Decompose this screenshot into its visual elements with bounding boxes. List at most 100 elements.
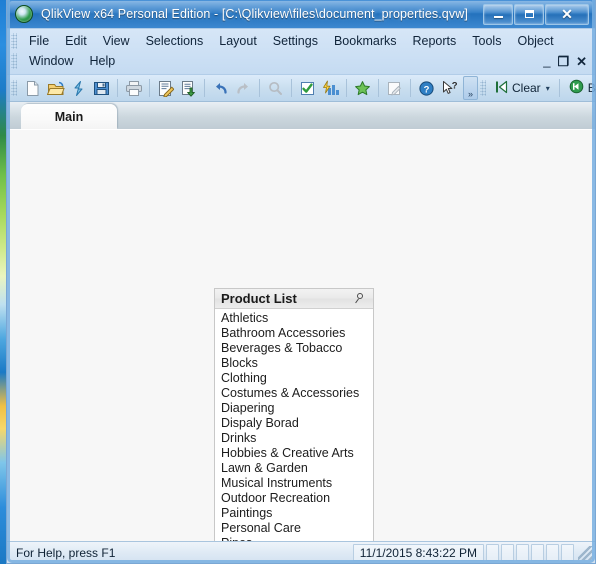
toolbar-drag-grip[interactable] xyxy=(11,80,17,96)
list-item[interactable]: Bathroom Accessories xyxy=(215,326,373,341)
list-item[interactable]: Costumes & Accessories xyxy=(215,386,373,401)
add-bookmark-button[interactable] xyxy=(351,77,374,99)
qlikview-application-window: QlikView x64 Personal Edition - [C:\Qlik… xyxy=(6,0,596,564)
toolbar-separator xyxy=(117,79,118,97)
list-item[interactable]: Athletics xyxy=(215,311,373,326)
edit-script-button[interactable] xyxy=(154,77,177,99)
undo-icon xyxy=(212,80,229,97)
list-item[interactable]: Clothing xyxy=(215,371,373,386)
menu-item-tools[interactable]: Tools xyxy=(464,32,509,50)
mdi-restore-button[interactable]: ❐ xyxy=(557,55,569,68)
status-bar: For Help, press F1 11/1/2015 8:43:22 PM xyxy=(7,541,595,563)
menu-item-edit[interactable]: Edit xyxy=(57,32,95,50)
sheet-canvas[interactable]: Product List Athletics Bathroom Accessor… xyxy=(7,130,595,541)
list-item[interactable]: Musical Instruments xyxy=(215,476,373,491)
new-document-button[interactable] xyxy=(21,77,44,99)
toolbar-separator xyxy=(558,79,560,97)
magnifier-icon[interactable] xyxy=(355,292,368,305)
menu-drag-grip-secondary[interactable] xyxy=(11,53,17,69)
clear-dropdown-caret-icon[interactable]: ▾ xyxy=(546,84,550,93)
selection-toolbar-grip[interactable] xyxy=(480,80,486,96)
list-item[interactable]: Lawn & Garden xyxy=(215,461,373,476)
back-button[interactable]: Back xyxy=(564,77,596,99)
svg-text:?: ? xyxy=(424,84,430,95)
clear-button[interactable]: Clear ▾ xyxy=(490,78,555,99)
redo-button[interactable] xyxy=(232,77,255,99)
menu-item-window[interactable]: Window xyxy=(21,52,81,70)
toolbar-separator xyxy=(291,79,292,97)
menu-row-secondary: Window Help _ ❐ ✕ xyxy=(7,51,595,71)
list-item[interactable]: Personal Care xyxy=(215,521,373,536)
toolbar-overflow-button[interactable]: » xyxy=(463,76,478,100)
save-button[interactable] xyxy=(90,77,113,99)
window-title: QlikView x64 Personal Edition - [C:\Qlik… xyxy=(41,7,468,21)
toolbar-separator xyxy=(259,79,260,97)
edit-pencil-icon xyxy=(386,80,403,97)
minimize-button[interactable] xyxy=(483,3,513,25)
edit-button[interactable] xyxy=(383,77,406,99)
listbox-item-list: Athletics Bathroom Accessories Beverages… xyxy=(215,309,373,541)
toolbar: ? ? » Clear ▾ B xyxy=(7,75,596,102)
chart-wizard-button[interactable] xyxy=(319,77,342,99)
menu-item-view[interactable]: View xyxy=(95,32,138,50)
status-panel-empty xyxy=(546,544,559,561)
mdi-window-controls: _ ❐ ✕ xyxy=(543,54,595,68)
back-button-label: Back xyxy=(587,81,596,95)
menu-item-bookmarks[interactable]: Bookmarks xyxy=(326,32,405,50)
favorites-star-icon xyxy=(354,80,371,97)
sheet-tab-main[interactable]: Main xyxy=(21,104,117,129)
caption-buttons: ✕ xyxy=(483,3,591,25)
search-button[interactable] xyxy=(264,77,287,99)
open-document-icon xyxy=(46,80,65,97)
new-document-icon xyxy=(24,80,41,97)
clear-icon xyxy=(495,80,508,97)
chart-wizard-icon xyxy=(322,80,340,97)
toolbar-separator xyxy=(378,79,379,97)
close-icon: ✕ xyxy=(561,6,573,22)
maximize-icon xyxy=(524,10,534,18)
list-item[interactable]: Outdoor Recreation xyxy=(215,491,373,506)
print-button[interactable] xyxy=(122,77,145,99)
print-icon xyxy=(125,80,143,97)
reload-button[interactable] xyxy=(67,77,90,99)
context-help-button[interactable]: ? xyxy=(438,77,461,99)
menu-bar: File Edit View Selections Layout Setting… xyxy=(7,29,595,75)
sheet-tab-strip: Main xyxy=(7,102,595,130)
close-button[interactable]: ✕ xyxy=(545,3,589,25)
redo-icon xyxy=(235,80,252,97)
product-list-listbox[interactable]: Product List Athletics Bathroom Accessor… xyxy=(214,288,374,541)
menu-item-reports[interactable]: Reports xyxy=(405,32,465,50)
menu-item-file[interactable]: File xyxy=(21,32,57,50)
menu-item-selections[interactable]: Selections xyxy=(138,32,212,50)
listbox-caption-bar[interactable]: Product List xyxy=(215,289,373,309)
current-selections-button[interactable] xyxy=(296,77,319,99)
menu-row-primary: File Edit View Selections Layout Setting… xyxy=(7,31,595,51)
list-item[interactable]: Dispaly Borad xyxy=(215,416,373,431)
list-item[interactable]: Paintings xyxy=(215,506,373,521)
menu-item-settings[interactable]: Settings xyxy=(265,32,326,50)
resize-grip[interactable] xyxy=(578,545,592,560)
list-item[interactable]: Drinks xyxy=(215,431,373,446)
list-item[interactable]: Hobbies & Creative Arts xyxy=(215,446,373,461)
qlikview-logo-icon xyxy=(15,5,33,23)
list-item[interactable]: Blocks xyxy=(215,356,373,371)
undo-button[interactable] xyxy=(209,77,232,99)
menu-item-layout[interactable]: Layout xyxy=(211,32,265,50)
maximize-button[interactable] xyxy=(514,3,544,25)
search-icon xyxy=(267,80,284,97)
minimize-icon xyxy=(493,15,503,18)
status-panel-empty xyxy=(531,544,544,561)
help-button[interactable]: ? xyxy=(415,77,438,99)
menu-item-object[interactable]: Object xyxy=(509,32,561,50)
open-document-button[interactable] xyxy=(44,77,67,99)
list-item[interactable]: Diapering xyxy=(215,401,373,416)
menu-item-help[interactable]: Help xyxy=(81,52,123,70)
listbox-title: Product List xyxy=(221,291,297,306)
list-item[interactable]: Beverages & Tobacco xyxy=(215,341,373,356)
back-icon xyxy=(569,79,584,97)
mdi-close-button[interactable]: ✕ xyxy=(576,55,587,68)
help-icon: ? xyxy=(418,80,435,97)
menu-drag-grip[interactable] xyxy=(11,33,17,49)
table-viewer-button[interactable] xyxy=(177,77,200,99)
mdi-minimize-button[interactable]: _ xyxy=(543,54,550,67)
